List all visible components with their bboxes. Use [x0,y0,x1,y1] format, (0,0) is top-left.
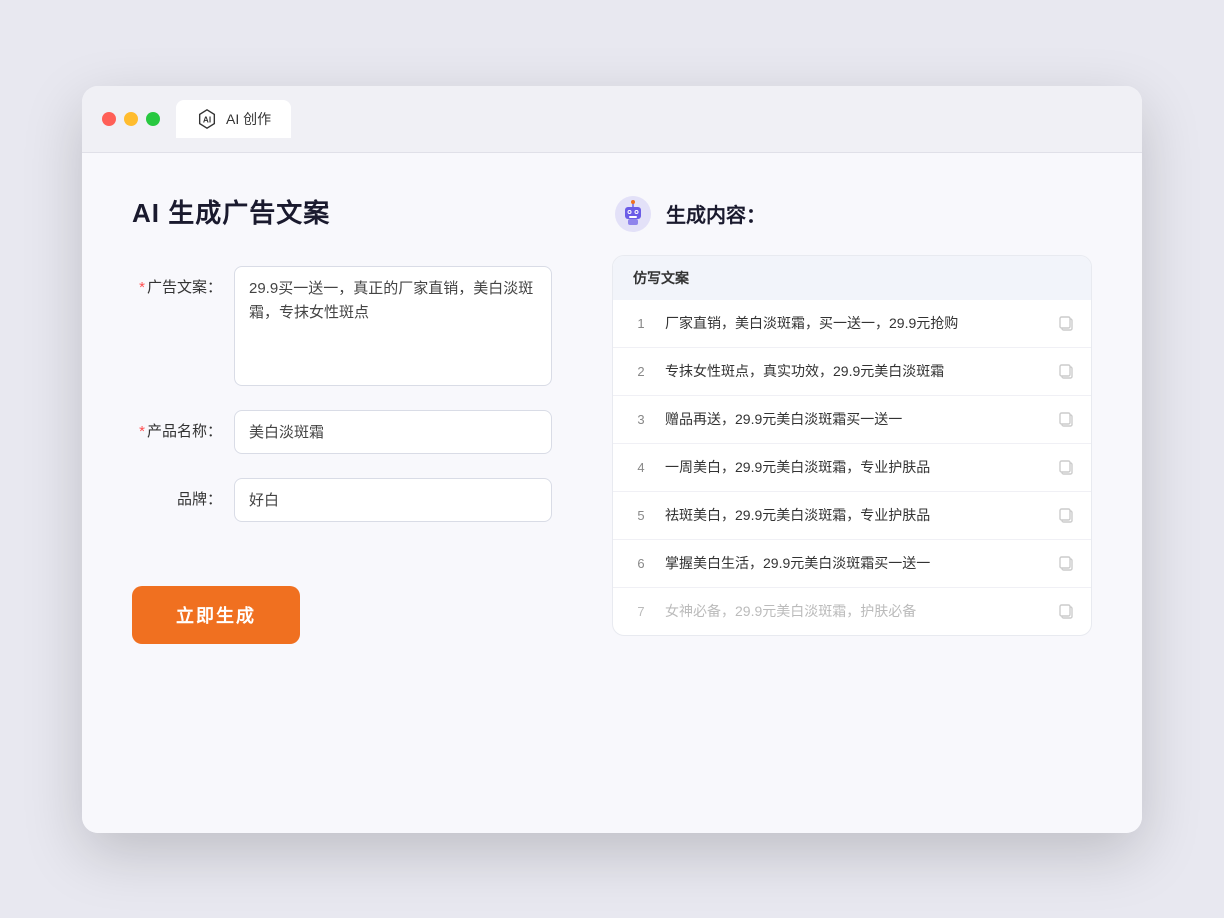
table-row: 1 厂家直销，美白淡斑霜，买一送一，29.9元抢购 [613,300,1091,348]
copy-icon[interactable] [1057,554,1075,572]
left-panel: AI 生成广告文案 *广告文案： 29.9买一送一，真正的厂家直销，美白淡斑霜，… [132,193,552,644]
tab-ai-creation[interactable]: AI AI 创作 [176,100,291,138]
row-text: 一周美白，29.9元美白淡斑霜，专业护肤品 [665,457,1045,478]
row-number: 1 [629,316,653,331]
result-header: 生成内容： [612,193,1092,235]
row-number: 5 [629,508,653,523]
product-name-group: *产品名称： [132,410,552,454]
svg-text:AI: AI [203,115,211,124]
product-name-label: *产品名称： [132,410,222,441]
product-name-input[interactable] [234,410,552,454]
row-number: 2 [629,364,653,379]
required-star-2: * [139,423,145,440]
result-table: 仿写文案 1 厂家直销，美白淡斑霜，买一送一，29.9元抢购 2 专抹女性斑点，… [612,255,1092,636]
right-panel: 生成内容： 仿写文案 1 厂家直销，美白淡斑霜，买一送一，29.9元抢购 2 专… [612,193,1092,644]
maximize-button[interactable] [146,112,160,126]
copy-icon[interactable] [1057,362,1075,380]
brand-label: 品牌： [132,478,222,509]
result-title: 生成内容： [666,199,766,228]
copy-icon[interactable] [1057,506,1075,524]
minimize-button[interactable] [124,112,138,126]
tab-label: AI 创作 [226,109,271,129]
robot-icon [612,193,654,235]
row-text: 女神必备，29.9元美白淡斑霜，护肤必备 [665,601,1045,622]
table-row: 3 赠品再送，29.9元美白淡斑霜买一送一 [613,396,1091,444]
browser-content: AI 生成广告文案 *广告文案： 29.9买一送一，真正的厂家直销，美白淡斑霜，… [82,153,1142,833]
generate-button[interactable]: 立即生成 [132,586,300,644]
titlebar: AI AI 创作 [82,86,1142,153]
row-number: 4 [629,460,653,475]
table-header: 仿写文案 [613,256,1091,300]
ad-copy-textarea[interactable]: 29.9买一送一，真正的厂家直销，美白淡斑霜，专抹女性斑点 [234,266,552,386]
traffic-lights [102,112,160,126]
copy-icon[interactable] [1057,410,1075,428]
row-text: 掌握美白生活，29.9元美白淡斑霜买一送一 [665,553,1045,574]
row-number: 6 [629,556,653,571]
ad-copy-group: *广告文案： 29.9买一送一，真正的厂家直销，美白淡斑霜，专抹女性斑点 [132,266,552,386]
copy-icon[interactable] [1057,314,1075,332]
row-text: 赠品再送，29.9元美白淡斑霜买一送一 [665,409,1045,430]
brand-input[interactable] [234,478,552,522]
table-row: 6 掌握美白生活，29.9元美白淡斑霜买一送一 [613,540,1091,588]
browser-window: AI AI 创作 AI 生成广告文案 *广告文案： 29.9买一送一，真正的厂家… [82,86,1142,833]
table-row: 5 祛斑美白，29.9元美白淡斑霜，专业护肤品 [613,492,1091,540]
copy-icon[interactable] [1057,602,1075,620]
brand-group: 品牌： [132,478,552,522]
ai-tab-icon: AI [196,108,218,130]
result-rows-container: 1 厂家直销，美白淡斑霜，买一送一，29.9元抢购 2 专抹女性斑点，真实功效，… [613,300,1091,635]
row-number: 3 [629,412,653,427]
row-text: 祛斑美白，29.9元美白淡斑霜，专业护肤品 [665,505,1045,526]
row-text: 厂家直销，美白淡斑霜，买一送一，29.9元抢购 [665,313,1045,334]
row-text: 专抹女性斑点，真实功效，29.9元美白淡斑霜 [665,361,1045,382]
table-row: 2 专抹女性斑点，真实功效，29.9元美白淡斑霜 [613,348,1091,396]
copy-icon[interactable] [1057,458,1075,476]
ad-copy-label: *广告文案： [132,266,222,297]
page-title: AI 生成广告文案 [132,193,552,230]
row-number: 7 [629,604,653,619]
table-row: 7 女神必备，29.9元美白淡斑霜，护肤必备 [613,588,1091,635]
main-layout: AI 生成广告文案 *广告文案： 29.9买一送一，真正的厂家直销，美白淡斑霜，… [132,193,1092,644]
required-star-1: * [139,279,145,296]
close-button[interactable] [102,112,116,126]
table-row: 4 一周美白，29.9元美白淡斑霜，专业护肤品 [613,444,1091,492]
